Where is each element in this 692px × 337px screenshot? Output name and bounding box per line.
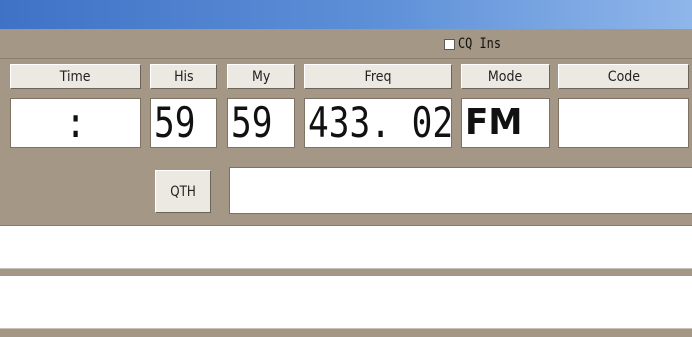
my-header-label: My	[251, 68, 271, 85]
code-header-button[interactable]: Code	[558, 64, 689, 89]
mode-header-label: Mode	[488, 68, 523, 85]
qth-input[interactable]	[229, 167, 692, 214]
freq-value: 433. 020	[308, 98, 452, 147]
time-header-button[interactable]: Time	[10, 64, 141, 89]
cq-checkbox[interactable]: CQ Ins	[444, 36, 509, 52]
cq-label: CQ Ins	[458, 36, 501, 52]
freq-field[interactable]: 433. 020	[304, 98, 452, 148]
divider-bar	[0, 268, 692, 276]
qth-button[interactable]: QTH	[155, 170, 211, 213]
ins-text: Ins	[479, 36, 502, 52]
time-header-label: Time	[60, 68, 91, 85]
mode-header-button[interactable]: Mode	[461, 64, 550, 89]
options-strip	[0, 29, 692, 59]
code-field[interactable]	[558, 98, 689, 148]
my-value: 59	[231, 98, 273, 147]
checkbox-box[interactable]	[444, 38, 455, 50]
freq-header-label: Freq	[364, 68, 392, 85]
time-value: :	[65, 98, 86, 147]
mode-field[interactable]: FM	[461, 98, 550, 148]
freq-header-button[interactable]: Freq	[304, 64, 452, 89]
title-bar	[0, 0, 692, 29]
his-header-label: His	[173, 68, 194, 85]
cq-text: CQ	[458, 36, 473, 52]
qth-button-label: QTH	[170, 183, 196, 200]
mode-value: FM	[465, 102, 523, 143]
my-field[interactable]: 59	[227, 98, 295, 148]
time-field[interactable]: :	[10, 98, 141, 148]
my-header-button[interactable]: My	[227, 64, 295, 89]
his-header-button[interactable]: His	[150, 64, 217, 89]
code-header-label: Code	[607, 68, 640, 85]
his-value: 59	[154, 98, 196, 147]
his-field[interactable]: 59	[150, 98, 217, 148]
